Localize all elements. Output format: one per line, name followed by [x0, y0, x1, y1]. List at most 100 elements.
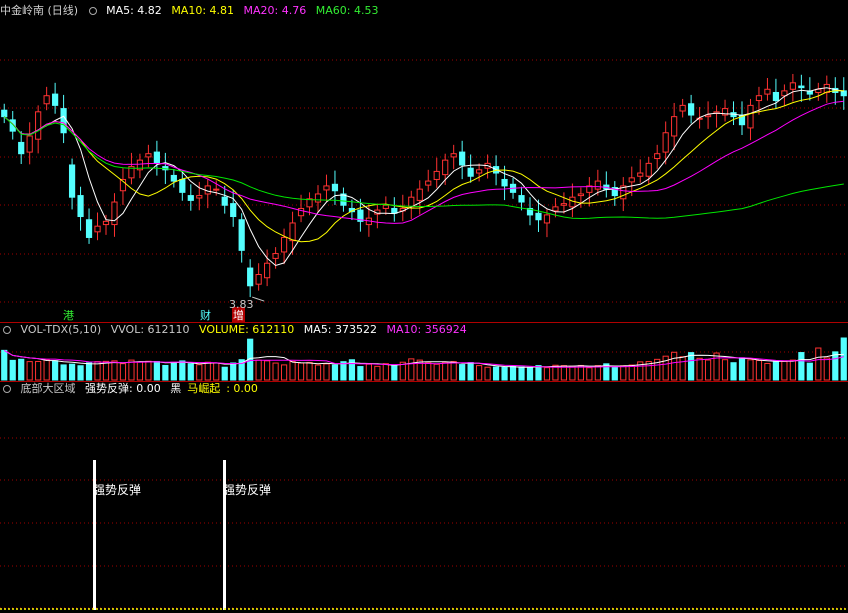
- volume-bar: [730, 362, 737, 381]
- volume-bar: [213, 362, 220, 381]
- volume-bar: [119, 363, 127, 381]
- candle-body: [264, 262, 271, 279]
- volume-bar: [187, 363, 194, 381]
- earnings-marker: 财: [200, 309, 211, 322]
- chart-canvas: [0, 59, 848, 610]
- volume-bar: [60, 364, 67, 381]
- candle-body: [764, 88, 771, 95]
- volume-bar: [35, 360, 42, 381]
- volume-bar: [297, 362, 305, 381]
- volume-bar: [43, 359, 50, 381]
- volume-bar: [526, 366, 534, 381]
- volume-bar: [77, 365, 84, 381]
- candle-body: [68, 164, 76, 198]
- candle-body: [153, 151, 160, 164]
- volume-bar: [102, 360, 110, 381]
- volume-bar: [840, 337, 847, 381]
- volume-bar: [128, 359, 135, 381]
- volume-bar: [518, 366, 525, 381]
- candle-body: [43, 95, 50, 105]
- candle-body: [272, 253, 279, 259]
- volume-bar: [450, 361, 457, 381]
- volume-bar: [747, 359, 754, 381]
- candle-body: [476, 169, 483, 174]
- candle-body: [688, 103, 695, 116]
- candle-body: [425, 180, 432, 186]
- volume-bar: [484, 366, 491, 381]
- candle-body: [679, 104, 686, 112]
- candle-body: [637, 172, 644, 177]
- candle-body: [221, 196, 228, 206]
- candle-body: [85, 219, 93, 238]
- volume-bar: [425, 362, 432, 381]
- volume-bar: [832, 351, 839, 381]
- volume-bar: [764, 362, 771, 381]
- candle-body: [662, 132, 669, 153]
- candle-body: [501, 178, 508, 187]
- candle-body: [170, 174, 177, 182]
- volume-bar: [9, 359, 16, 381]
- volume-bar: [586, 367, 593, 381]
- volume-bar: [272, 362, 279, 381]
- volume-bar: [704, 359, 712, 381]
- volume-bar: [806, 362, 813, 381]
- candle-body: [459, 151, 466, 166]
- volume-bar: [365, 363, 372, 381]
- candle-body: [840, 90, 847, 97]
- volume-bar: [823, 357, 830, 381]
- volume-bar: [323, 363, 330, 381]
- volume-bar: [85, 362, 93, 381]
- candle-body: [577, 193, 584, 197]
- candle-body: [755, 95, 763, 102]
- candle-body: [238, 219, 245, 251]
- volume-bar: [391, 364, 398, 381]
- candle-body: [60, 108, 67, 134]
- candle-body: [314, 193, 322, 203]
- candle-body: [747, 104, 754, 129]
- volume-bar: [696, 357, 703, 381]
- volume-bar: [170, 361, 177, 381]
- candle-body: [230, 203, 237, 218]
- candle-body: [789, 82, 796, 90]
- hk-marker: 港: [63, 309, 74, 322]
- volume-bar: [18, 358, 25, 381]
- candle-body: [26, 135, 33, 153]
- volume-bar: [136, 361, 144, 381]
- candle-body: [102, 220, 110, 226]
- volume-bar: [340, 361, 347, 381]
- candle-body: [450, 153, 457, 158]
- volume-bar: [781, 360, 788, 381]
- volume-bar: [204, 361, 211, 381]
- candle-body: [467, 167, 474, 177]
- signal-label-2: 强势反弹: [223, 483, 272, 497]
- volume-bar: [26, 361, 33, 381]
- low-price-label: 3.83: [229, 298, 254, 311]
- candle-body: [35, 111, 42, 140]
- volume-bar: [501, 366, 508, 381]
- candle-body: [247, 267, 254, 287]
- candle-body: [416, 188, 423, 201]
- volume-bar: [543, 367, 551, 381]
- volume-bar: [408, 358, 415, 381]
- volume-bar: [789, 359, 796, 381]
- volume-bar: [374, 365, 381, 381]
- volume-bar: [577, 364, 584, 381]
- candle-body: [654, 153, 661, 160]
- volume-bar: [459, 364, 466, 381]
- candle-body: [594, 180, 601, 190]
- candle-body: [196, 195, 203, 199]
- volume-bar: [620, 365, 627, 381]
- volume-bar: [153, 361, 160, 381]
- volume-bar: [1, 349, 8, 381]
- candle-body: [255, 274, 262, 285]
- candle-body: [179, 178, 186, 193]
- candle-body: [671, 116, 678, 137]
- volume-bar: [492, 366, 500, 381]
- candle-body: [323, 185, 330, 191]
- candle-body: [645, 162, 652, 177]
- candle-body: [772, 91, 780, 102]
- candle-body: [145, 153, 152, 158]
- volume-bar: [196, 364, 203, 381]
- volume-bar: [111, 360, 118, 381]
- candle-body: [560, 203, 568, 206]
